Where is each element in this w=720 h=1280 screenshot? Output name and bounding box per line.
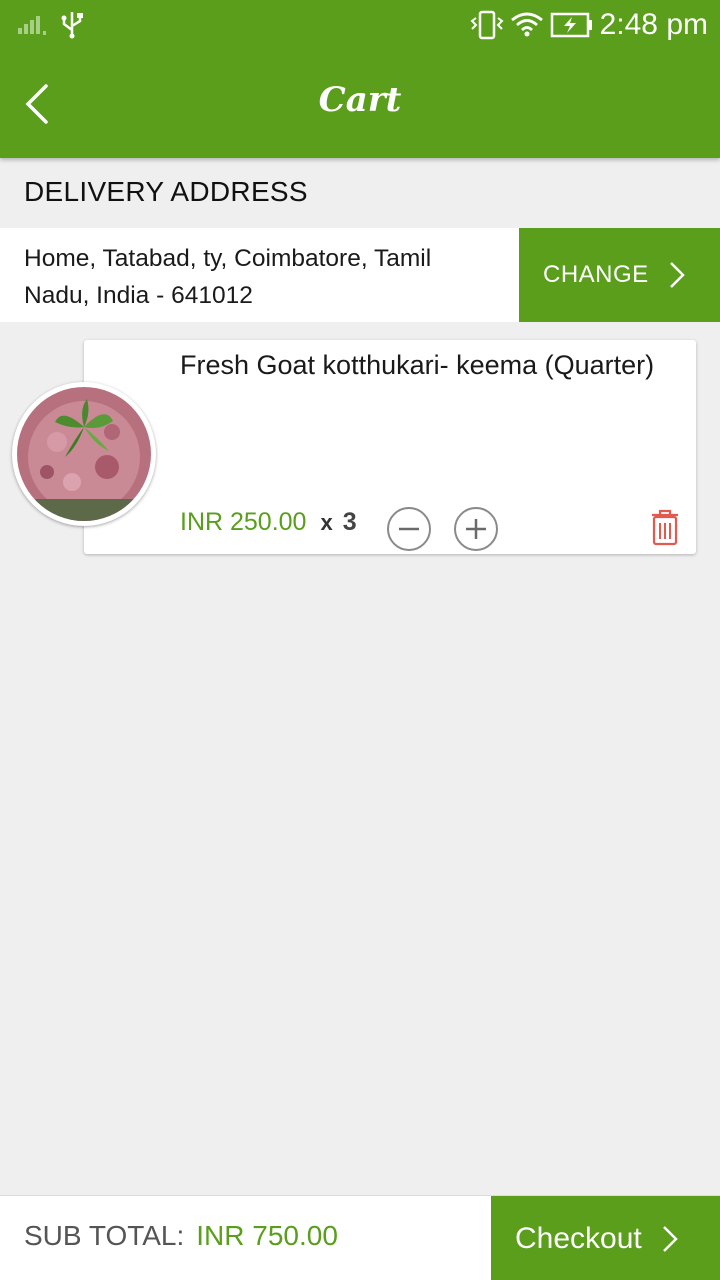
checkout-label: Checkout: [515, 1221, 642, 1255]
change-address-label: CHANGE: [543, 261, 649, 288]
delivery-address-heading: DELIVERY ADDRESS: [24, 176, 308, 207]
delivery-address: Home, Tatabad, ty, Coimbatore, Tamil Nad…: [0, 228, 519, 322]
subtotal-label: SUB TOTAL:: [24, 1220, 185, 1251]
chevron-right-icon: [662, 1225, 678, 1252]
chevron-right-icon: [669, 262, 685, 288]
subtotal: SUB TOTAL: INR 750.00: [24, 1220, 338, 1252]
cart-item-card: Fresh Goat kotthukari- keema (Quarter) I…: [84, 340, 696, 554]
page-title: Cart: [318, 80, 402, 120]
app-header: 2:48 pm Cart: [0, 0, 720, 158]
status-time: 2:48 pm: [599, 8, 708, 41]
item-price-row: INR 250.00 x 3: [180, 508, 357, 537]
item-name: Fresh Goat kotthukari- keema (Quarter): [180, 350, 655, 380]
usb-icon: [61, 12, 83, 39]
wifi-icon: [511, 12, 543, 37]
subtotal-value: INR 750.00: [196, 1220, 338, 1251]
increase-quantity-icon[interactable]: [453, 506, 499, 552]
keema-image-icon: [17, 387, 151, 521]
checkout-button[interactable]: Checkout: [491, 1196, 720, 1280]
signal-icon: [18, 16, 46, 35]
item-image: [12, 382, 156, 526]
delete-item-icon[interactable]: [650, 508, 680, 546]
bottom-bar: SUB TOTAL: INR 750.00 Checkout: [0, 1195, 720, 1280]
vibrate-icon: [470, 10, 504, 40]
change-address-button[interactable]: CHANGE: [519, 228, 720, 322]
item-quantity: 3: [342, 508, 357, 536]
quantity-multiplier: x: [320, 509, 333, 535]
item-price: INR 250.00: [180, 508, 307, 536]
address-text: Home, Tatabad, ty, Coimbatore, Tamil Nad…: [24, 245, 432, 309]
battery-icon: [550, 12, 592, 38]
status-bar: 2:48 pm: [0, 0, 720, 50]
decrease-quantity-icon[interactable]: [386, 506, 432, 552]
